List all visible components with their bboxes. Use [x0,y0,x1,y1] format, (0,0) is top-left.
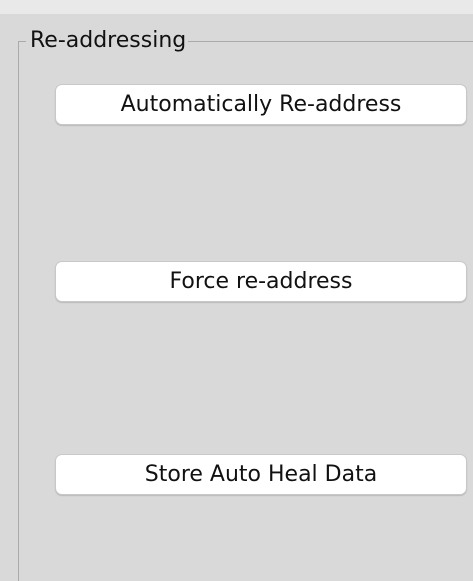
store-auto-heal-data-button[interactable]: Store Auto Heal Data [55,454,467,495]
automatically-readdress-button[interactable]: Automatically Re-address [55,84,467,125]
panel-title: Re-addressing [26,26,189,56]
force-readdress-button[interactable]: Force re-address [55,261,467,302]
window-top-strip [0,0,473,14]
